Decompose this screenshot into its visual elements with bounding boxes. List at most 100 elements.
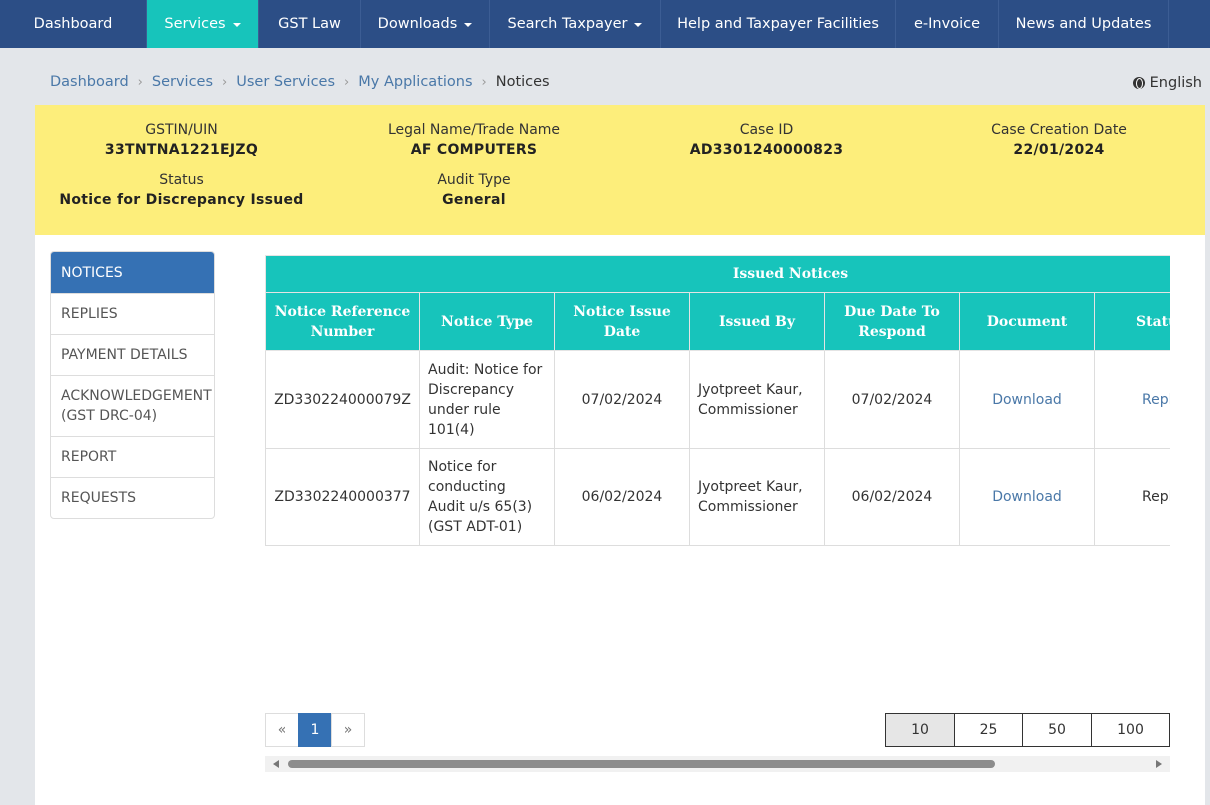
cell-type: Notice for conducting Audit u/s 65(3) (G… bbox=[419, 448, 555, 546]
col-header-type: Notice Type bbox=[419, 292, 555, 351]
nav-search-taxpayer[interactable]: Search Taxpayer bbox=[490, 0, 661, 48]
breadcrumb-notices: Notices bbox=[495, 74, 550, 90]
nav-news-label: News and Updates bbox=[1015, 16, 1152, 32]
page-size-selector: 10 25 50 100 bbox=[885, 713, 1170, 747]
cell-issued-by: Jyotpreet Kaur, Commissioner bbox=[689, 350, 825, 449]
caret-down-icon bbox=[232, 23, 241, 27]
nav-einvoice-label: e-Invoice bbox=[914, 16, 980, 32]
audit-type-label: Audit Type bbox=[437, 172, 511, 188]
page-size-10[interactable]: 10 bbox=[885, 713, 955, 747]
download-link[interactable]: Download bbox=[992, 392, 1062, 408]
breadcrumb-services[interactable]: Services bbox=[152, 74, 213, 90]
audit-type-value: General bbox=[442, 192, 506, 208]
gstin-label: GSTIN/UIN bbox=[145, 122, 218, 138]
nav-news[interactable]: News and Updates bbox=[999, 0, 1169, 48]
notices-table-container: Issued Notices Notice Reference Number N… bbox=[265, 255, 1170, 546]
download-link[interactable]: Download bbox=[992, 489, 1062, 505]
table-row: ZD330224000079Z Audit: Notice for Discre… bbox=[265, 350, 1170, 449]
case-date-label: Case Creation Date bbox=[991, 122, 1127, 138]
nav-einvoice[interactable]: e-Invoice bbox=[896, 0, 999, 48]
breadcrumb: Dashboard › Services › User Services › M… bbox=[50, 74, 550, 90]
cell-status: Reply bbox=[1093, 350, 1170, 449]
col-header-document: Document bbox=[959, 292, 1095, 351]
cell-type: Audit: Notice for Discrepancy under rule… bbox=[419, 350, 555, 449]
chevron-right-icon: › bbox=[344, 74, 350, 90]
breadcrumb-user-services[interactable]: User Services bbox=[236, 74, 335, 90]
caret-down-icon bbox=[464, 23, 473, 27]
case-id-block: Case ID AD3301240000823 bbox=[620, 120, 913, 160]
cell-document: Download bbox=[959, 448, 1095, 546]
cell-status: Replied bbox=[1093, 448, 1170, 546]
scroll-right-icon[interactable] bbox=[1156, 760, 1162, 768]
table-caption-text: Issued Notices bbox=[732, 266, 849, 282]
nav-dashboard[interactable]: Dashboard bbox=[0, 0, 147, 48]
col-header-issue-date: Notice Issue Date bbox=[554, 292, 690, 351]
cell-issue-date: 06/02/2024 bbox=[554, 448, 690, 546]
table-caption: Issued Notices bbox=[265, 255, 1170, 293]
nav-gst-law-label: GST Law bbox=[278, 16, 341, 32]
chevron-right-icon: › bbox=[222, 74, 228, 90]
status-label: Status bbox=[159, 172, 204, 188]
case-id-label: Case ID bbox=[739, 122, 794, 138]
status-value: Notice for Discrepancy Issued bbox=[59, 192, 304, 208]
legal-name-value: AF COMPUTERS bbox=[410, 142, 538, 158]
side-menu: NOTICES REPLIES PAYMENT DETAILS ACKNOWLE… bbox=[50, 251, 215, 519]
table-row: ZD3302240000377 Notice for conducting Au… bbox=[265, 448, 1170, 546]
side-menu-notices[interactable]: NOTICES bbox=[51, 252, 214, 293]
cell-ref: ZD3302240000377 bbox=[265, 448, 420, 546]
case-info-panel: GSTIN/UIN 33TNTNA1221EJZQ Legal Name/Tra… bbox=[35, 105, 1205, 235]
legal-name-block: Legal Name/Trade Name AF COMPUTERS bbox=[328, 120, 620, 160]
nav-services-label: Services bbox=[164, 16, 226, 32]
side-menu-replies[interactable]: REPLIES bbox=[51, 293, 214, 334]
cell-document: Download bbox=[959, 350, 1095, 449]
side-menu-acknowledgement[interactable]: ACKNOWLEDGEMENT (GST DRC-04) bbox=[51, 375, 214, 436]
status-block: Status Notice for Discrepancy Issued bbox=[35, 170, 328, 210]
page-1-button[interactable]: 1 bbox=[298, 713, 332, 747]
caret-down-icon bbox=[634, 23, 643, 27]
horizontal-scrollbar[interactable] bbox=[265, 756, 1170, 772]
language-label: English bbox=[1149, 75, 1202, 91]
page-size-100[interactable]: 100 bbox=[1091, 713, 1170, 747]
globe-icon bbox=[1132, 77, 1145, 89]
scroll-left-icon[interactable] bbox=[273, 760, 279, 768]
issued-notices-table: Issued Notices Notice Reference Number N… bbox=[265, 255, 1170, 546]
cell-issued-by: Jyotpreet Kaur, Commissioner bbox=[689, 448, 825, 546]
cell-issue-date: 07/02/2024 bbox=[554, 350, 690, 449]
nav-services[interactable]: Services bbox=[147, 0, 259, 48]
side-menu-report[interactable]: REPORT bbox=[51, 436, 214, 477]
nav-help-label: Help and Taxpayer Facilities bbox=[677, 16, 879, 32]
pagination: « 1 » bbox=[265, 713, 365, 747]
nav-downloads[interactable]: Downloads bbox=[361, 0, 490, 48]
prev-page-button[interactable]: « bbox=[265, 713, 299, 747]
top-navbar: Dashboard Services GST Law Downloads Sea… bbox=[0, 0, 1210, 48]
col-header-ref: Notice Reference Number bbox=[265, 292, 420, 351]
nav-search-taxpayer-label: Search Taxpayer bbox=[507, 16, 628, 32]
side-menu-requests[interactable]: REQUESTS bbox=[51, 477, 214, 518]
nav-downloads-label: Downloads bbox=[377, 16, 458, 32]
audit-type-block: Audit Type General bbox=[328, 170, 620, 210]
side-menu-payment-details[interactable]: PAYMENT DETAILS bbox=[51, 334, 214, 375]
cell-due-date: 06/02/2024 bbox=[824, 448, 960, 546]
case-date-value: 22/01/2024 bbox=[1013, 142, 1105, 158]
gstin-block: GSTIN/UIN 33TNTNA1221EJZQ bbox=[35, 120, 328, 160]
reply-link[interactable]: Reply bbox=[1142, 392, 1170, 408]
case-id-value: AD3301240000823 bbox=[689, 142, 844, 158]
legal-name-label: Legal Name/Trade Name bbox=[387, 122, 561, 138]
nav-help[interactable]: Help and Taxpayer Facilities bbox=[661, 0, 896, 48]
cell-ref: ZD330224000079Z bbox=[265, 350, 420, 449]
breadcrumb-dashboard[interactable]: Dashboard bbox=[50, 74, 129, 90]
nav-dashboard-label: Dashboard bbox=[33, 16, 113, 32]
col-header-due-date: Due Date To Respond bbox=[824, 292, 960, 351]
chevron-right-icon: › bbox=[481, 74, 487, 90]
col-header-issued-by: Issued By bbox=[689, 292, 825, 351]
gstin-value: 33TNTNA1221EJZQ bbox=[104, 142, 259, 158]
col-header-status: Status bbox=[1093, 292, 1170, 351]
page-size-50[interactable]: 50 bbox=[1022, 713, 1092, 747]
nav-gst-law[interactable]: GST Law bbox=[259, 0, 361, 48]
breadcrumb-my-applications[interactable]: My Applications bbox=[358, 74, 472, 90]
cell-due-date: 07/02/2024 bbox=[824, 350, 960, 449]
page-size-25[interactable]: 25 bbox=[954, 713, 1023, 747]
language-selector[interactable]: English bbox=[1132, 75, 1202, 91]
next-page-button[interactable]: » bbox=[331, 713, 365, 747]
scrollbar-thumb[interactable] bbox=[288, 760, 995, 768]
